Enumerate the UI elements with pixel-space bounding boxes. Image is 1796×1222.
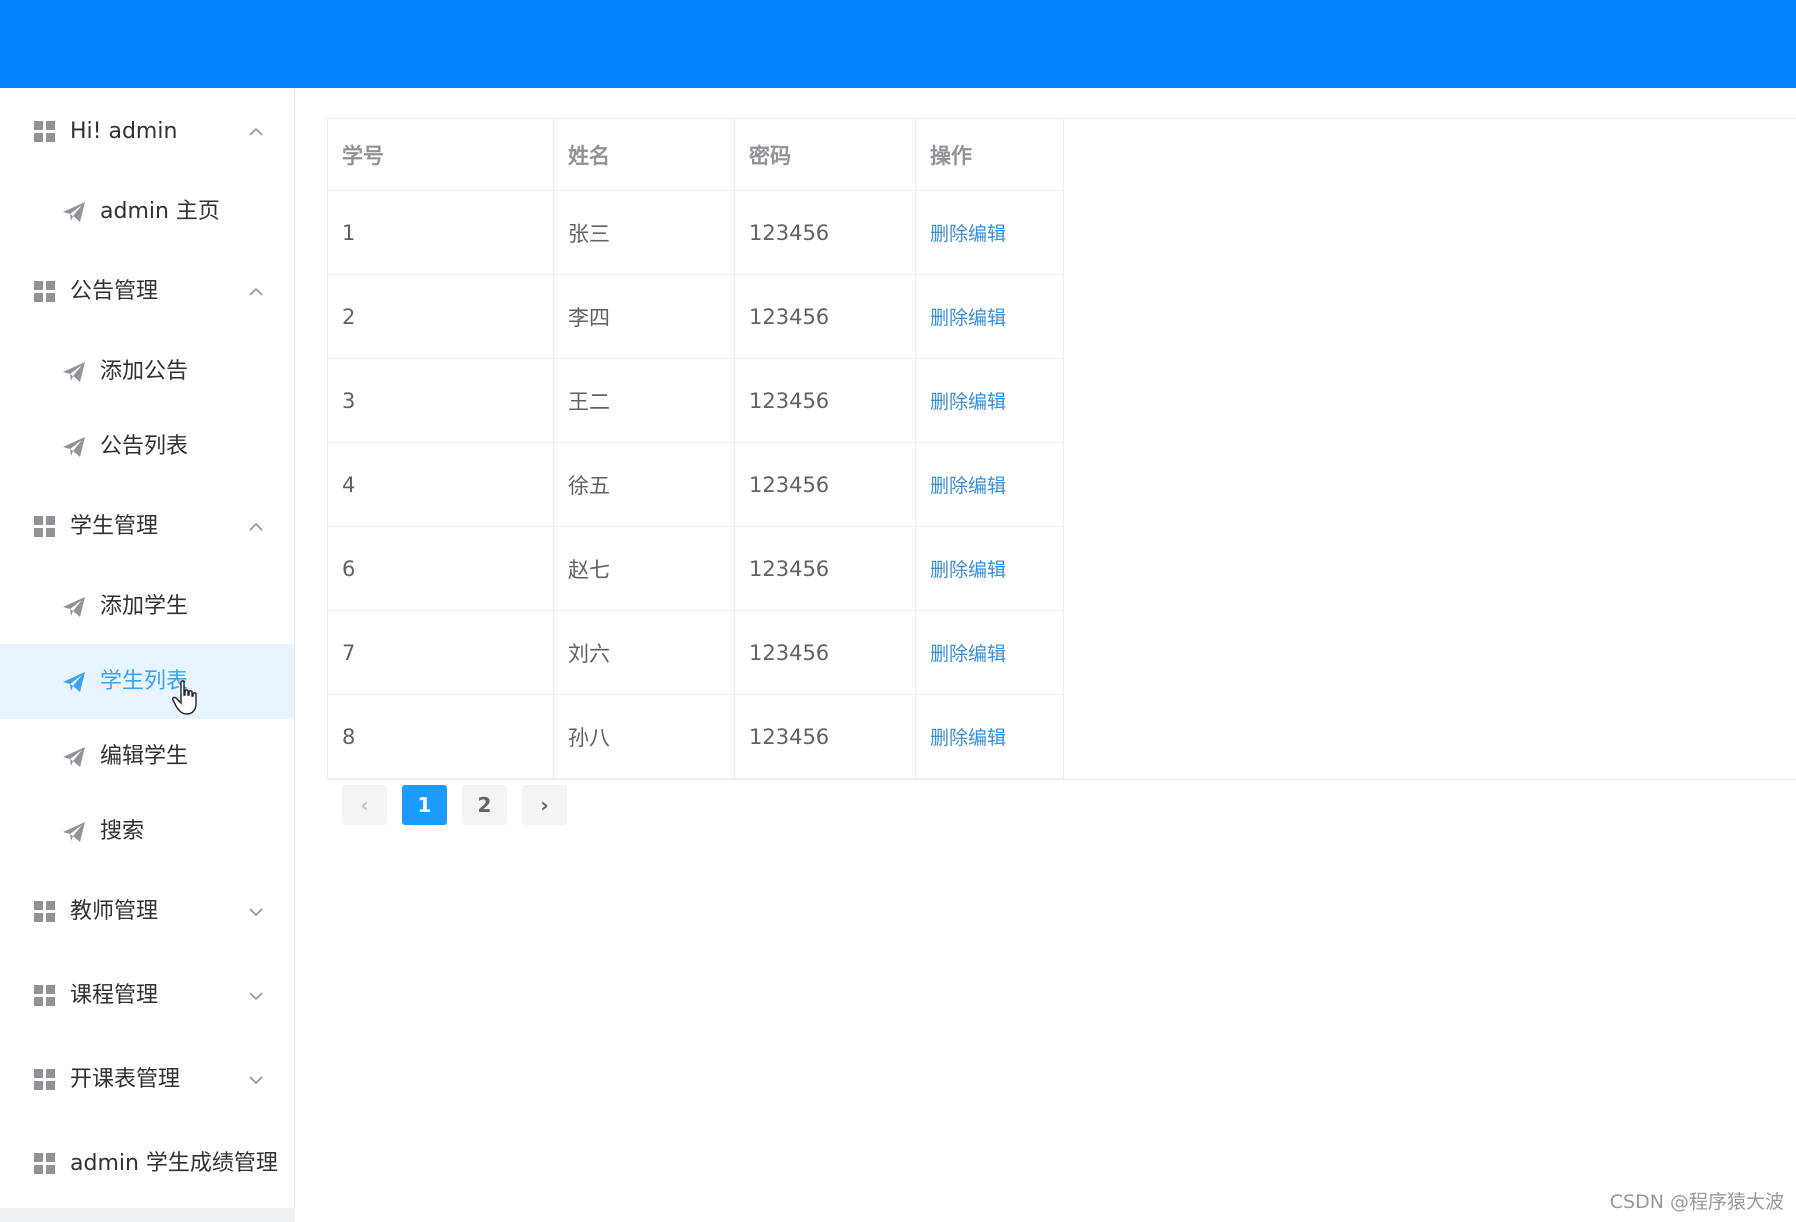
cell-id: 7 [327,610,554,695]
cell-password: 123456 [734,358,916,443]
paper-plane-icon [63,821,85,842]
menu-group-label: 教师管理 [70,899,159,924]
cell-id: 4 [327,442,554,527]
cell-password: 123456 [734,442,916,527]
sidebar-menu: Hi! admin admin 主页 公告管理 添加公告 公告列表 学生管理 添… [0,88,295,1222]
menu-group-label: 课程管理 [70,983,159,1008]
menu-group-hi-admin[interactable]: Hi! admin [0,92,294,172]
sidebar-item-add-notice[interactable]: 添加公告 [0,334,294,409]
cell-name: 刘六 [553,610,735,695]
sidebar-item-edit-student[interactable]: 编辑学生 [0,719,294,794]
table-header-row: 学号 姓名 密码 操作 [327,118,1064,191]
sidebar-item-search[interactable]: 搜索 [0,794,294,869]
cell-name: 徐五 [553,442,735,527]
sidebar-item-notice-list[interactable]: 公告列表 [0,409,294,484]
chevron-up-icon [249,127,263,136]
table-row: 8 孙八 123456 删除编辑 [327,694,1064,779]
menu-group-label: Hi! admin [70,119,178,144]
sidebar-item-admin-home[interactable]: admin 主页 [0,174,294,249]
cell-name: 张三 [553,190,735,275]
menu-group-label: 学生管理 [70,514,159,539]
cell-password: 123456 [734,526,916,611]
chevron-down-icon [249,908,263,917]
menu-group-label: 开课表管理 [70,1067,181,1092]
delete-edit-link[interactable]: 删除编辑 [915,610,1064,695]
page-1-button[interactable]: 1 [402,785,447,825]
table-row: 4 徐五 123456 删除编辑 [327,442,1064,527]
top-header-bar [0,0,1796,88]
column-header-name: 姓名 [553,118,735,191]
chevron-up-icon [249,522,263,531]
grid-icon [34,1069,55,1090]
delete-edit-link[interactable]: 删除编辑 [915,190,1064,275]
paper-plane-icon [63,596,85,617]
delete-edit-link[interactable]: 删除编辑 [915,694,1064,779]
table-row: 7 刘六 123456 删除编辑 [327,610,1064,695]
sidebar-bottom-strip [0,1208,295,1222]
grid-icon [34,281,55,302]
grid-icon [34,901,55,922]
grid-icon [34,121,55,142]
sidebar-item-label: 编辑学生 [100,743,189,769]
sidebar-item-label: 添加学生 [100,593,189,619]
paper-plane-icon [63,361,85,382]
cell-password: 123456 [734,694,916,779]
sidebar-item-student-list[interactable]: 学生列表 [0,644,294,719]
table-row: 2 李四 123456 删除编辑 [327,274,1064,359]
chevron-down-icon [249,992,263,1001]
student-table: 学号 姓名 密码 操作 1 张三 123456 删除编辑 2 李四 123456… [327,118,1064,779]
cell-name: 赵七 [553,526,735,611]
cell-password: 123456 [734,190,916,275]
delete-edit-link[interactable]: 删除编辑 [915,442,1064,527]
cell-id: 8 [327,694,554,779]
cell-password: 123456 [734,610,916,695]
cell-id: 2 [327,274,554,359]
cell-id: 1 [327,190,554,275]
cell-id: 6 [327,526,554,611]
table-row: 3 王二 123456 删除编辑 [327,358,1064,443]
grid-icon [34,516,55,537]
paper-plane-icon [63,671,85,692]
delete-edit-link[interactable]: 删除编辑 [915,358,1064,443]
grid-icon [34,985,55,1006]
cell-id: 3 [327,358,554,443]
menu-group-student[interactable]: 学生管理 [0,487,294,567]
cell-name: 王二 [553,358,735,443]
chevron-up-icon [249,287,263,296]
next-page-button[interactable]: › [522,785,567,825]
menu-group-course[interactable]: 课程管理 [0,956,294,1036]
menu-group-notice[interactable]: 公告管理 [0,252,294,332]
paper-plane-icon [63,746,85,767]
column-header-password: 密码 [734,118,916,191]
paper-plane-icon [63,436,85,457]
main-content: 学号 姓名 密码 操作 1 张三 123456 删除编辑 2 李四 123456… [295,88,1796,1222]
paper-plane-icon [63,201,85,222]
pagination: ‹ 1 2 › [342,785,567,825]
sidebar-item-label: 搜索 [100,818,145,844]
grid-icon [34,1153,55,1174]
sidebar-item-label: 公告列表 [100,433,189,459]
cell-password: 123456 [734,274,916,359]
table-row: 1 张三 123456 删除编辑 [327,190,1064,275]
chevron-down-icon [249,1076,263,1085]
menu-group-label: 公告管理 [70,279,159,304]
table-row: 6 赵七 123456 删除编辑 [327,526,1064,611]
cell-name: 孙八 [553,694,735,779]
column-header-id: 学号 [327,118,554,191]
menu-group-teacher[interactable]: 教师管理 [0,872,294,952]
column-header-actions: 操作 [915,118,1064,191]
watermark-text: CSDN @程序猿大波 [1609,1191,1784,1213]
cell-name: 李四 [553,274,735,359]
delete-edit-link[interactable]: 删除编辑 [915,526,1064,611]
menu-group-label: admin 学生成绩管理 [70,1151,278,1176]
menu-group-schedule[interactable]: 开课表管理 [0,1040,294,1120]
prev-page-button[interactable]: ‹ [342,785,387,825]
page-2-button[interactable]: 2 [462,785,507,825]
sidebar-item-add-student[interactable]: 添加学生 [0,569,294,644]
menu-group-grades[interactable]: admin 学生成绩管理 [0,1124,294,1204]
hand-pointer-cursor-icon [172,680,197,715]
delete-edit-link[interactable]: 删除编辑 [915,274,1064,359]
sidebar-item-label: admin 主页 [100,198,220,224]
sidebar-item-label: 添加公告 [100,358,189,384]
